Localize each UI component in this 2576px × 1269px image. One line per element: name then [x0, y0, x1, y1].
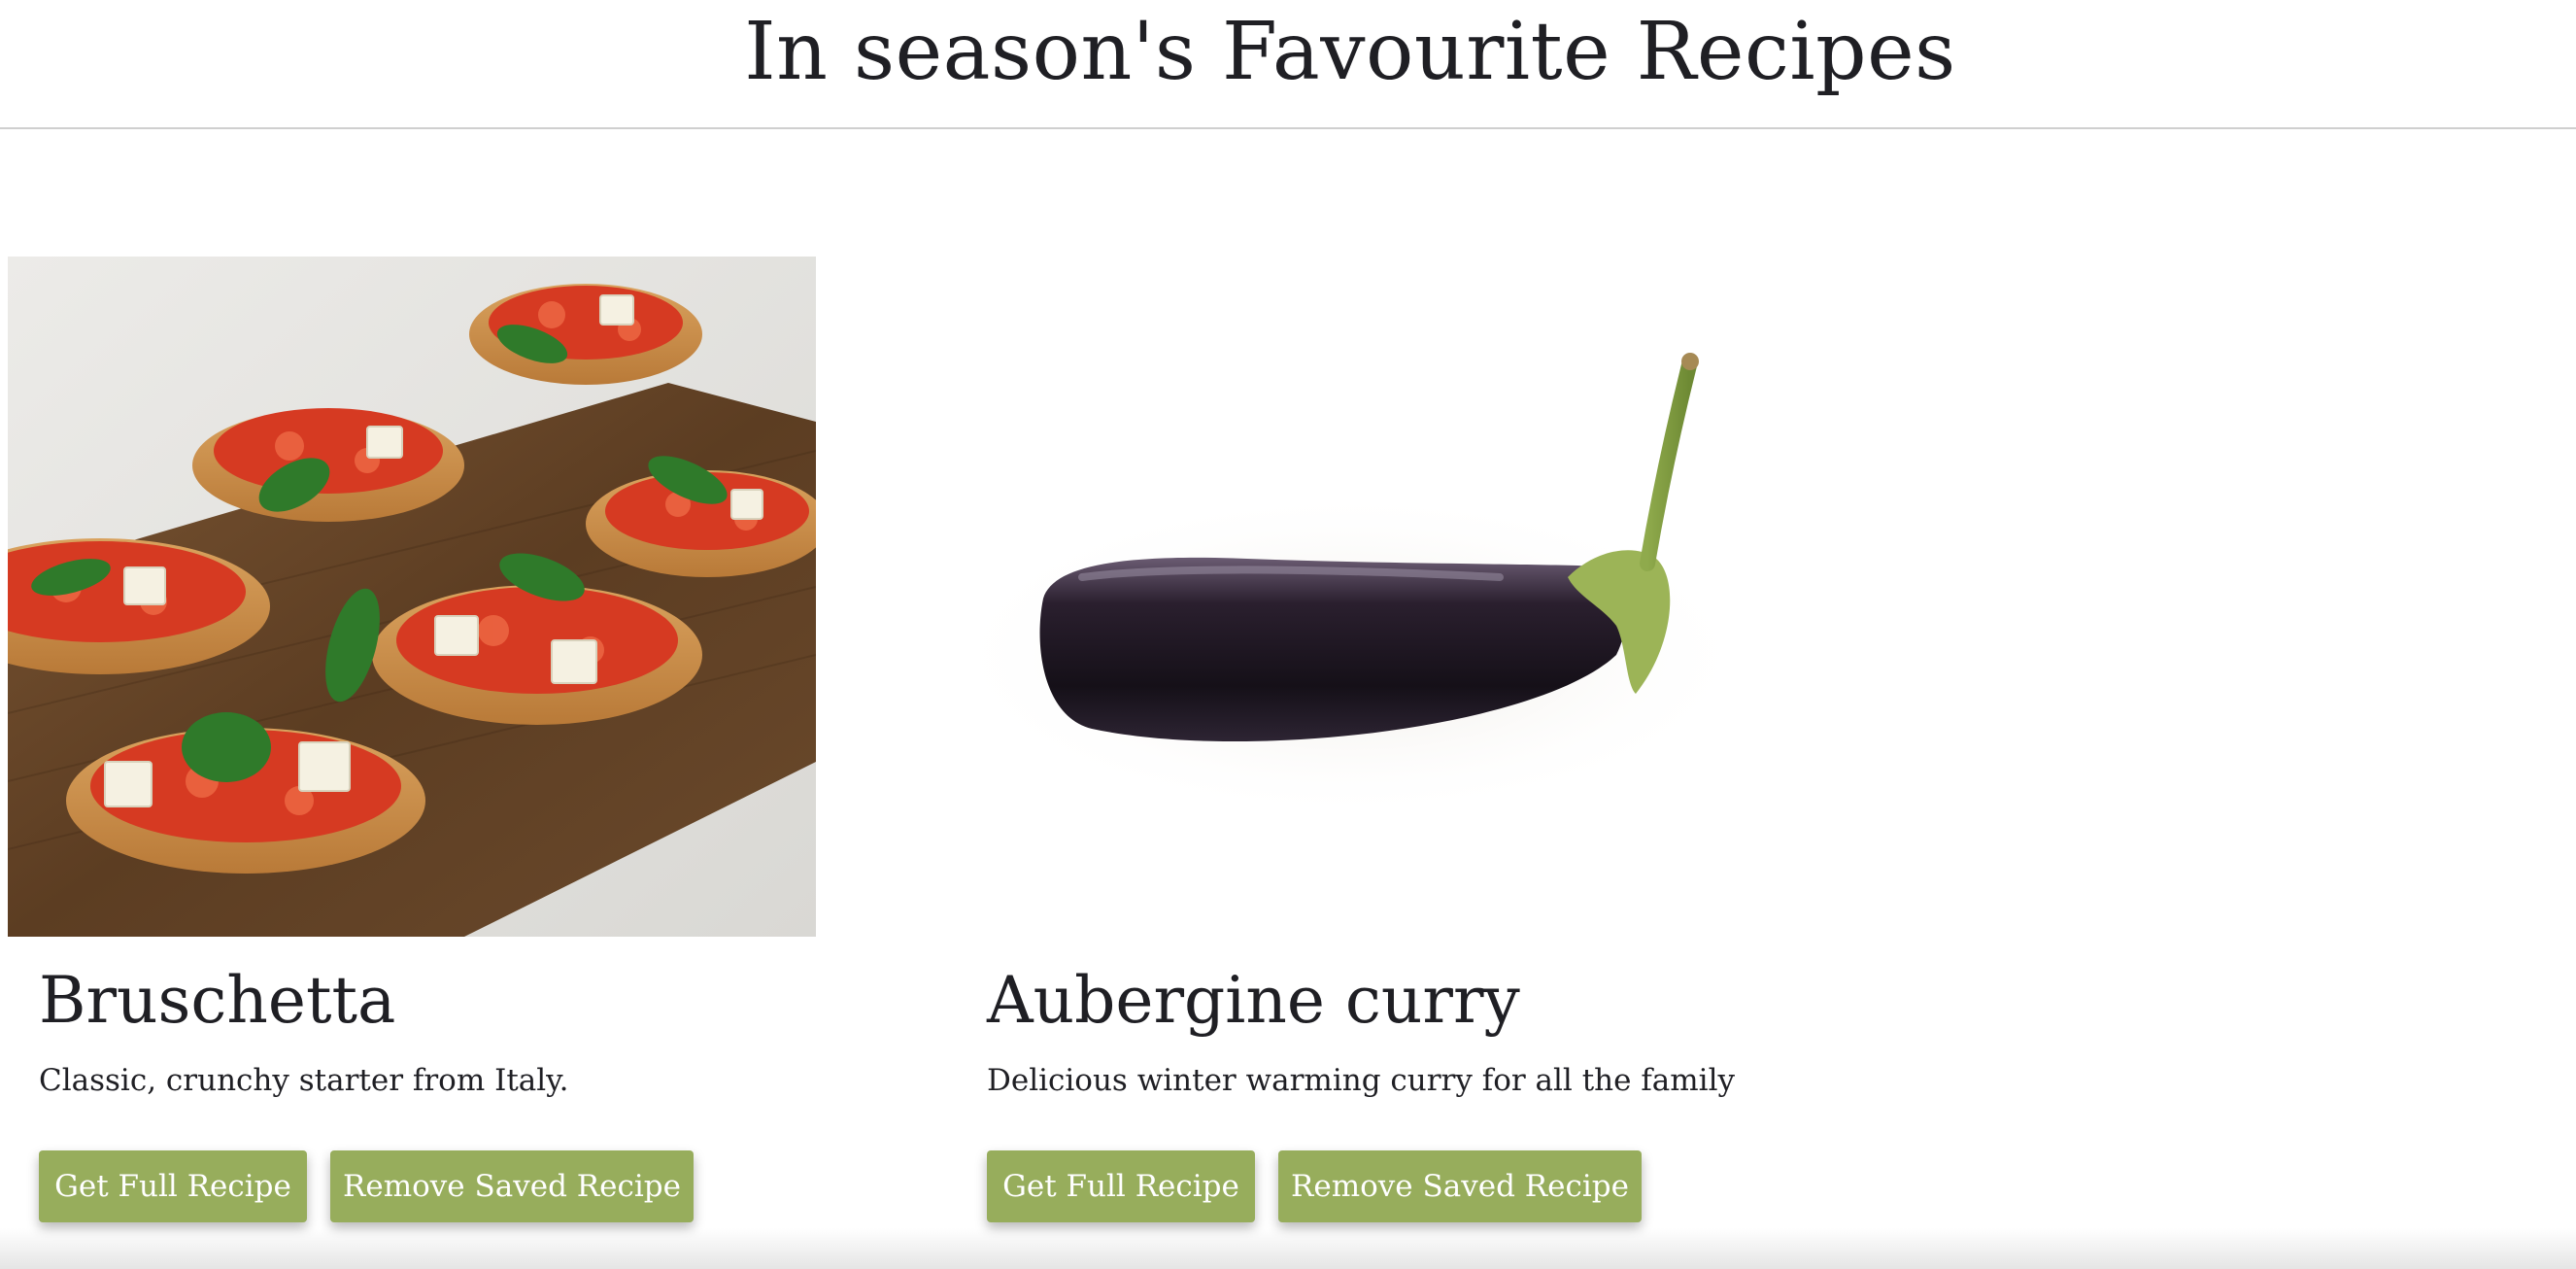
recipe-title: Bruschetta: [39, 963, 396, 1038]
page-header: In season's Favourite Recipes: [0, 0, 2576, 129]
get-full-recipe-button[interactable]: Get Full Recipe: [987, 1150, 1255, 1222]
bruschetta-photo: [8, 257, 816, 937]
page-title: In season's Favourite Recipes: [744, 6, 1956, 98]
aubergine-image: [956, 257, 1764, 937]
recipe-title: Aubergine curry: [987, 963, 1520, 1038]
remove-saved-recipe-button[interactable]: Remove Saved Recipe: [1278, 1150, 1642, 1222]
recipe-description: Delicious winter warming curry for all t…: [987, 1063, 1736, 1098]
recipe-description: Classic, crunchy starter from Italy.: [39, 1063, 569, 1098]
aubergine-photo: [956, 353, 1757, 820]
get-full-recipe-button[interactable]: Get Full Recipe: [39, 1150, 307, 1222]
bruschetta-image: [8, 257, 816, 937]
remove-saved-recipe-button[interactable]: Remove Saved Recipe: [330, 1150, 694, 1222]
bottom-fade: [0, 1228, 2576, 1269]
